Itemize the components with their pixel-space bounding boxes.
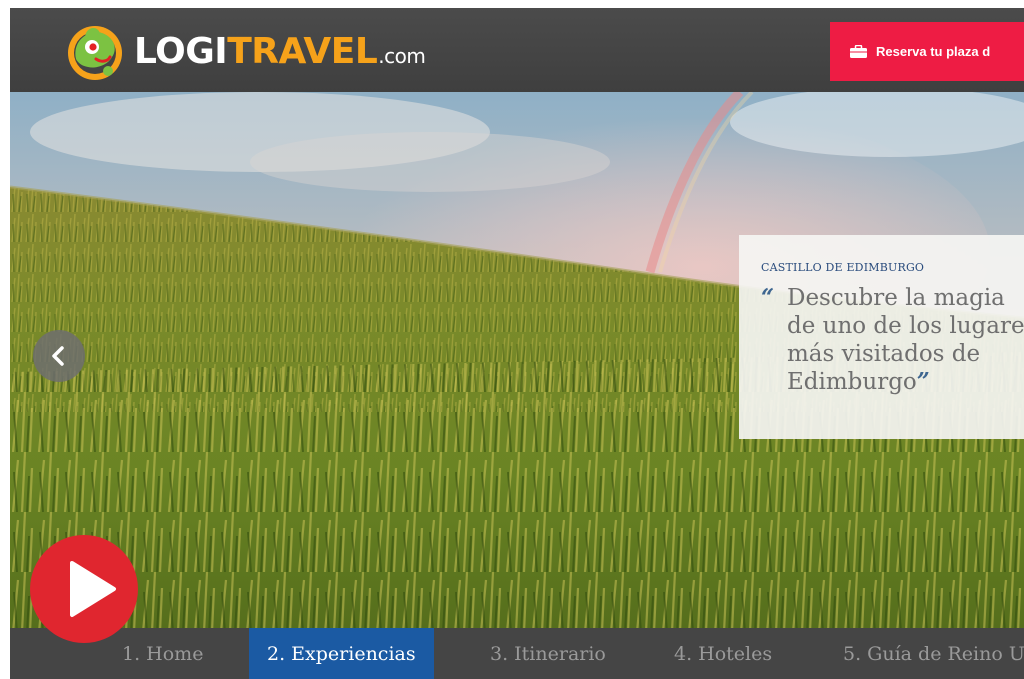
hero-slider: CASTILLO DE EDIMBURGO ‘‘ Descubre la magi… [10,92,1024,628]
quote-text: ‘‘ Descubre la magia de uno de los lugare… [761,284,1024,396]
logo-wordmark: LOGI TRAVEL .com [134,31,426,72]
slider-prev-button[interactable] [33,330,85,382]
logo-part-com: .com [378,44,426,68]
page-frame: LOGI TRAVEL .com Reserva tu plaza d CAST… [10,8,1024,679]
logitravel-logo[interactable]: LOGI TRAVEL .com [62,16,426,88]
nav-item-guia[interactable]: 5. Guía de Reino U [843,628,1024,679]
quote-line-4: Edimburgo [787,369,917,395]
quote-line-2: de uno de los lugare [787,313,1024,339]
logo-part-travel: TRAVEL [227,31,378,72]
section-nav: 1. Home 2. Experiencias 3. Itinerario 4.… [10,628,1024,679]
open-quote-icon: ‘‘ [761,284,774,311]
chameleon-logo-icon [68,26,122,80]
logo-part-logi: LOGI [134,31,228,72]
play-video-button[interactable] [30,535,138,643]
nav-item-itinerario[interactable]: 3. Itinerario [490,628,606,679]
nav-item-experiencias[interactable]: 2. Experiencias [249,628,434,679]
reserve-button[interactable]: Reserva tu plaza d [830,22,1024,81]
chevron-left-icon [52,346,64,366]
quote-line-3: más visitados de [787,341,981,367]
quote-card: CASTILLO DE EDIMBURGO ‘‘ Descubre la magi… [739,235,1024,439]
reserve-button-label: Reserva tu plaza d [876,44,991,59]
briefcase-icon [850,45,867,58]
quote-kicker: CASTILLO DE EDIMBURGO [761,261,925,274]
header-bar: LOGI TRAVEL .com Reserva tu plaza d [10,8,1024,92]
close-quote-icon: ’’ [916,368,930,395]
nav-item-hoteles[interactable]: 4. Hoteles [674,628,772,679]
quote-line-1: Descubre la magia [787,285,1005,311]
play-icon [70,561,116,617]
